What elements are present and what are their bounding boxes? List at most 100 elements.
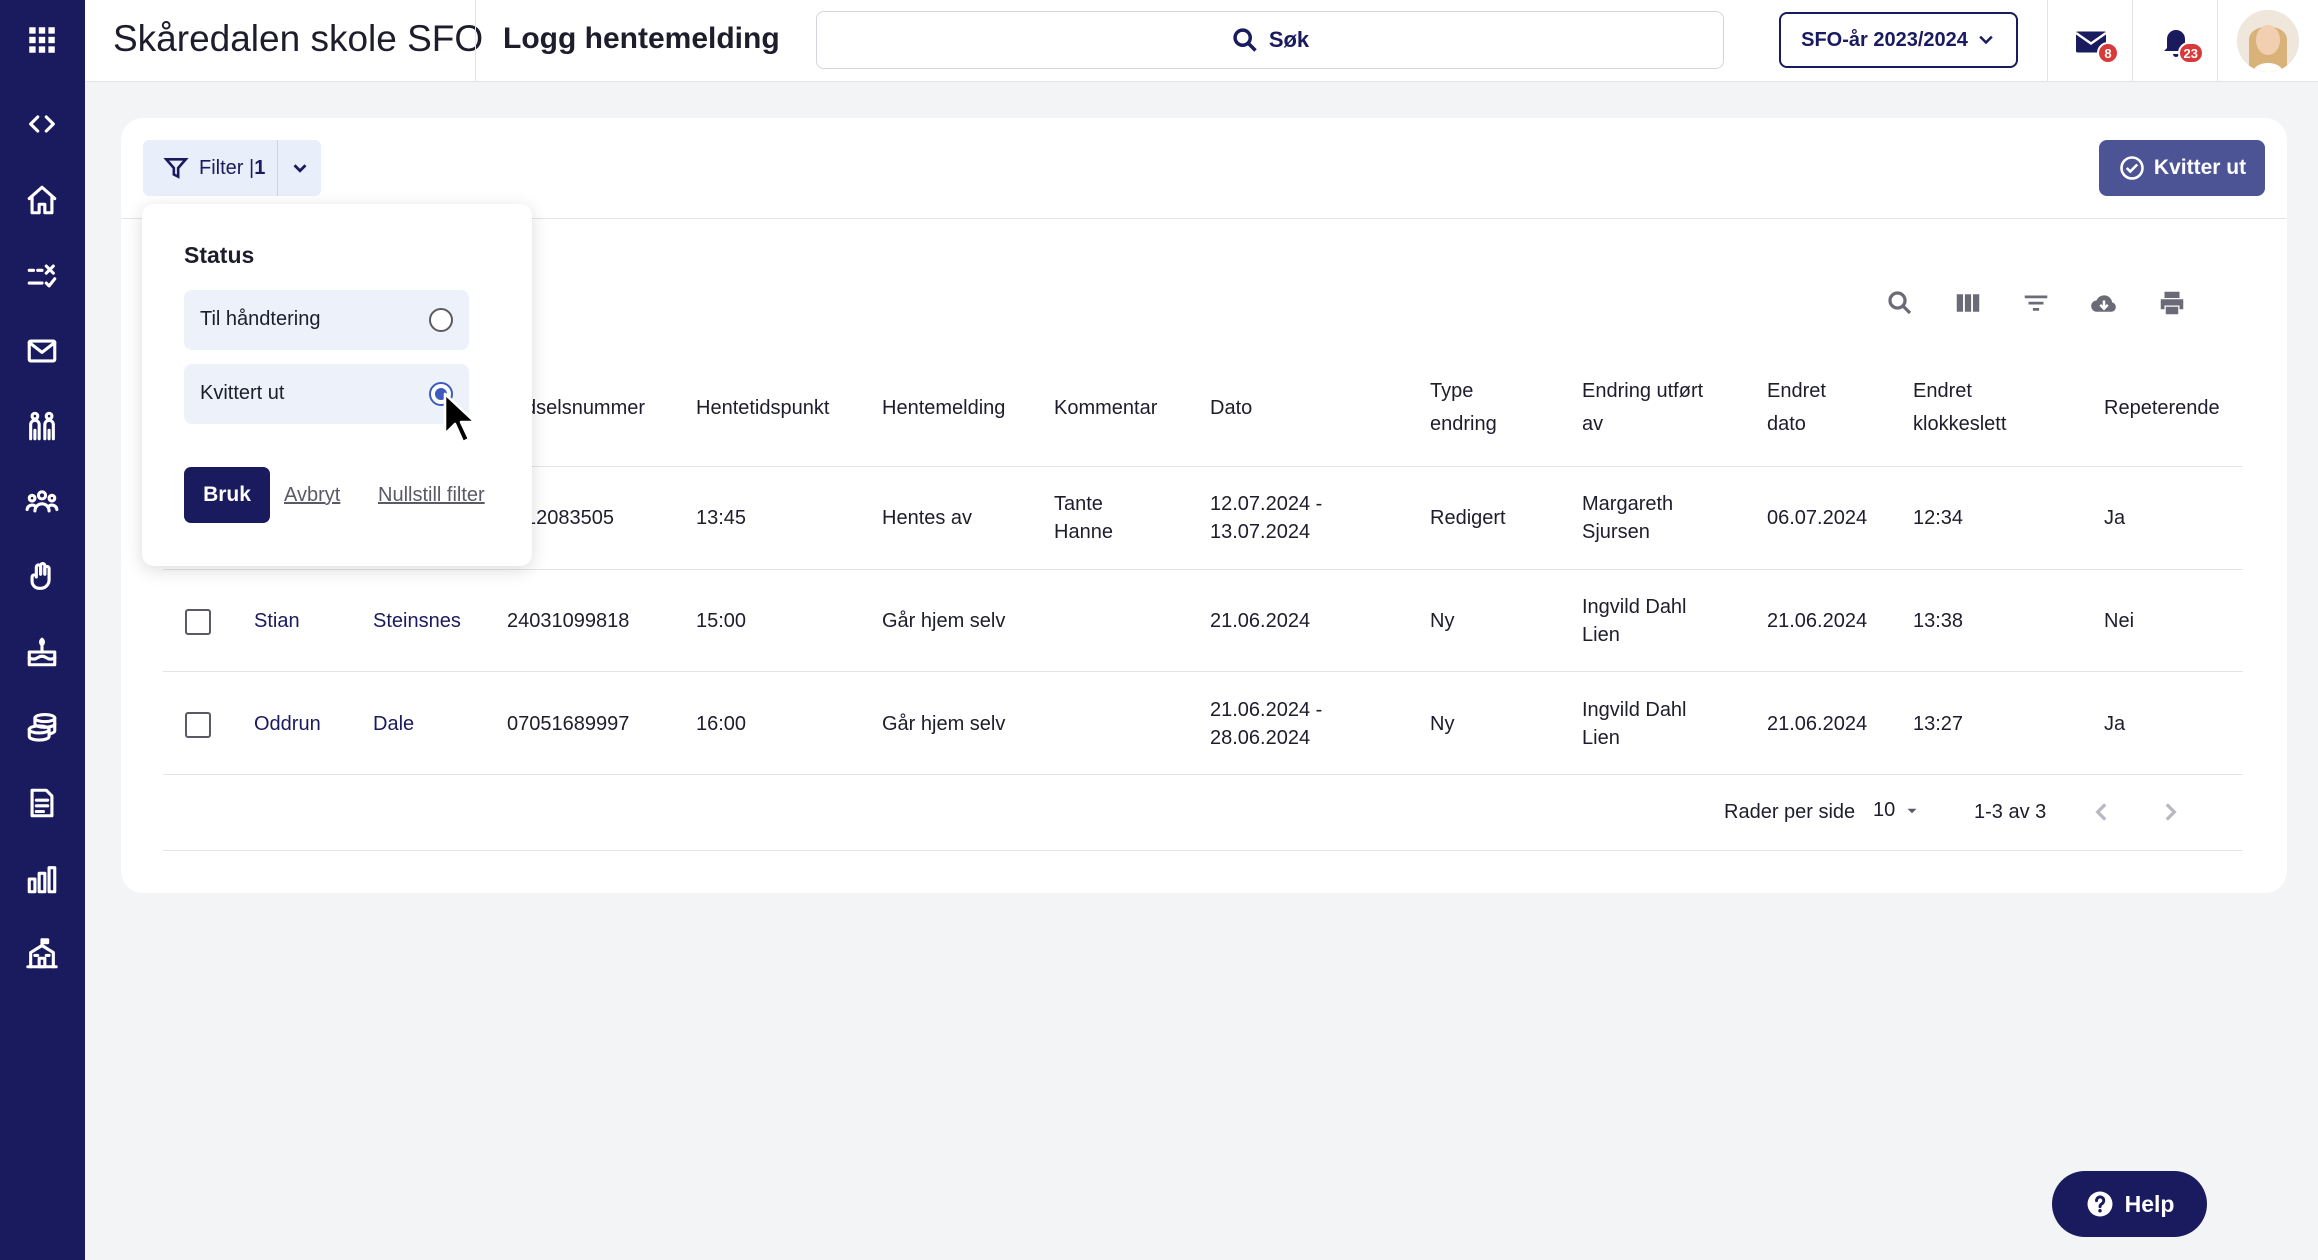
reset-filter-link[interactable]: Nullstill filter xyxy=(378,484,485,507)
previous-page-button[interactable] xyxy=(2089,799,2115,830)
table-filter-button[interactable] xyxy=(2021,288,2051,323)
table-search-button[interactable] xyxy=(1885,288,1915,323)
funnel-icon xyxy=(163,158,189,179)
cell-text: Ingvild Dahl xyxy=(1582,596,1687,618)
home-icon[interactable] xyxy=(18,176,66,224)
cell-hentetidspunkt: 13:45 xyxy=(696,507,747,529)
divider xyxy=(163,569,2243,570)
cell-endret-klokkeslett: 12:34 xyxy=(1913,507,1964,529)
col-header-hentemelding[interactable]: Hentemelding xyxy=(882,392,1005,425)
divider xyxy=(163,774,2243,775)
chevron-down-icon xyxy=(1979,35,1993,45)
expand-sidebar-icon[interactable] xyxy=(18,100,66,148)
groups-icon[interactable] xyxy=(18,477,66,525)
col-header-kommentar[interactable]: Kommentar xyxy=(1054,392,1157,425)
birthday-icon[interactable] xyxy=(18,628,66,676)
col-header-endring-utfort-av[interactable]: Endring utført av xyxy=(1582,375,1703,441)
cell-hentemelding: Hentes av xyxy=(882,507,973,529)
chevron-right-icon xyxy=(2165,803,2177,821)
cell-text: 12.07.2024 - xyxy=(1210,493,1323,515)
next-page-button[interactable] xyxy=(2157,799,2183,830)
cell-endret-dato: 21.06.2024 xyxy=(1767,713,1868,735)
cell-fodselsnummer: 24031099818 xyxy=(507,610,630,632)
radio-button[interactable] xyxy=(429,308,453,332)
col-header-text: Endret xyxy=(1913,380,1972,402)
statistics-icon[interactable] xyxy=(18,855,66,903)
cloud-download-icon xyxy=(2091,295,2116,312)
divider xyxy=(475,0,476,82)
search-input[interactable]: Søk xyxy=(816,11,1724,69)
chevron-left-icon xyxy=(2095,803,2107,821)
apps-grid-icon[interactable] xyxy=(18,16,66,64)
col-header-hentetidspunkt[interactable]: Hentetidspunkt xyxy=(696,392,829,425)
col-header-dato[interactable]: Dato xyxy=(1210,392,1252,425)
cell-hentetidspunkt: 15:00 xyxy=(696,610,747,632)
avatar[interactable] xyxy=(2237,10,2299,72)
print-button[interactable] xyxy=(2157,288,2187,323)
rows-per-page-label: Rader per side xyxy=(1724,801,1856,823)
cell-hentemelding: Går hjem selv xyxy=(882,713,1006,735)
cell-fodselsnummer: 12083505 xyxy=(525,507,614,529)
rows-per-page-select[interactable]: 10 xyxy=(1873,799,1921,822)
top-bar: Skåredalen skole SFO Logg hentemelding S… xyxy=(85,0,2318,82)
children-icon[interactable] xyxy=(18,402,66,450)
pagination-range: 1-3 av 3 xyxy=(1974,801,2047,823)
cell-hentetidspunkt: 16:00 xyxy=(696,713,747,735)
divider xyxy=(2047,0,2048,82)
print-icon xyxy=(2160,291,2184,315)
col-header-fodselsnummer[interactable]: dselsnummer xyxy=(525,392,645,425)
mail-icon[interactable] xyxy=(18,327,66,375)
cell-repeterende: Ja xyxy=(2104,713,2126,735)
status-option-til-handtering[interactable]: Til håndtering xyxy=(184,290,469,350)
hand-raise-icon[interactable] xyxy=(18,553,66,601)
filter-list-icon xyxy=(2024,295,2048,311)
col-header-endret-klokkeslett[interactable]: Endret klokkeslett xyxy=(1913,375,2006,441)
notifications-button[interactable]: 23 xyxy=(2152,18,2204,66)
col-header-text: klokkeslett xyxy=(1913,413,2007,435)
cell-etternavn-link[interactable]: Dale xyxy=(373,710,414,738)
search-icon xyxy=(1233,28,1257,52)
divider xyxy=(2132,0,2133,82)
chevron-down-icon xyxy=(293,164,307,173)
cancel-link[interactable]: Avbryt xyxy=(284,484,340,507)
caret-down-icon xyxy=(1907,808,1917,813)
year-select[interactable]: SFO-år 2023/2024 xyxy=(1779,12,2018,68)
columns-button[interactable] xyxy=(1953,288,1983,323)
col-header-text: endring xyxy=(1430,413,1497,435)
status-filter-popover: Status Til håndtering Kvittert ut Bruk A… xyxy=(142,204,532,566)
cell-text: Sjursen xyxy=(1582,521,1650,543)
mouse-cursor-icon xyxy=(443,392,477,444)
kvitter-ut-button[interactable]: Kvitter ut xyxy=(2099,140,2265,196)
col-header-type-endring[interactable]: Type endring xyxy=(1430,375,1497,441)
col-header-text: Type xyxy=(1430,380,1474,402)
messages-button[interactable]: 8 xyxy=(2067,18,2119,66)
check-circle-icon xyxy=(2120,156,2144,180)
download-button[interactable] xyxy=(2089,288,2119,323)
mail-badge: 8 xyxy=(2097,42,2119,64)
filter-count: 1 xyxy=(254,156,266,179)
cell-text: Hanne xyxy=(1054,521,1113,543)
row-checkbox[interactable] xyxy=(185,609,211,635)
filter-dropdown-toggle[interactable] xyxy=(277,140,321,196)
cell-repeterende: Ja xyxy=(2104,507,2126,529)
option-label: Kvittert ut xyxy=(200,382,285,404)
row-checkbox[interactable] xyxy=(185,712,211,738)
col-header-text: av xyxy=(1582,413,1604,435)
cell-repeterende: Nei xyxy=(2104,610,2135,632)
apply-filter-button[interactable]: Bruk xyxy=(184,467,270,523)
attendance-icon[interactable] xyxy=(18,252,66,300)
cell-endret-klokkeslett: 13:27 xyxy=(1913,713,1964,735)
col-header-endret-dato[interactable]: Endret dato xyxy=(1767,375,1826,441)
cell-kommentar: Tante Hanne xyxy=(1054,490,1113,546)
cell-fornavn-link[interactable]: Oddrun xyxy=(254,710,321,738)
cell-etternavn-link[interactable]: Steinsnes xyxy=(373,607,461,635)
school-icon[interactable] xyxy=(18,930,66,978)
document-icon[interactable] xyxy=(18,779,66,827)
col-header-repeterende[interactable]: Repeterende xyxy=(2104,392,2220,425)
filter-button[interactable]: Filter |1 xyxy=(143,140,277,196)
payments-icon[interactable] xyxy=(18,704,66,752)
help-button[interactable]: Help xyxy=(2052,1171,2207,1237)
cell-fornavn-link[interactable]: Stian xyxy=(254,607,300,635)
cell-hentemelding: Går hjem selv xyxy=(882,610,1006,632)
status-option-kvittert-ut[interactable]: Kvittert ut xyxy=(184,364,469,424)
